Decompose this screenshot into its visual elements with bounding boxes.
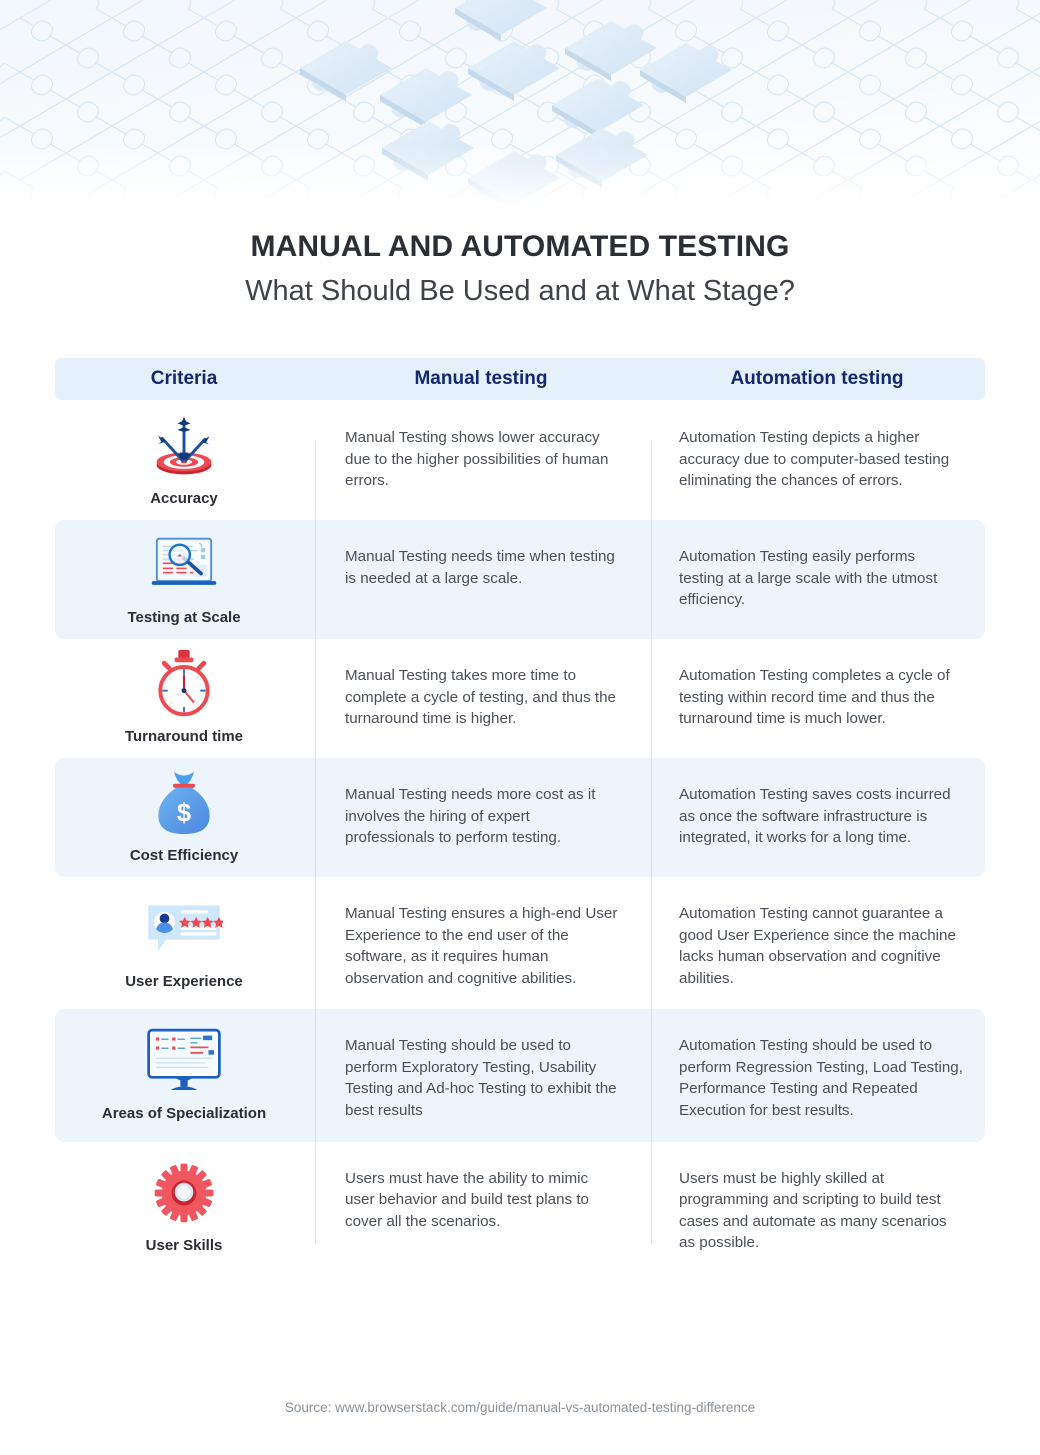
page-subtitle: What Should Be Used and at What Stage? bbox=[245, 275, 795, 308]
column-header-manual: Manual testing bbox=[414, 368, 548, 389]
automation-testing-cell: Users must be highly skilled at programm… bbox=[679, 1169, 947, 1252]
title-block: MANUAL AND AUTOMATED TESTING What Should… bbox=[0, 228, 1040, 310]
criteria-cell: Turnaround time bbox=[55, 639, 313, 758]
table-row: Accuracy Manual Testing shows lower accur… bbox=[55, 401, 985, 520]
money-bag-icon: $ bbox=[145, 768, 223, 838]
criteria-label: Areas of Specialization bbox=[101, 1104, 267, 1122]
criteria-cell: Areas of Specialization bbox=[55, 1009, 313, 1141]
criteria-cell: Accuracy bbox=[55, 401, 313, 520]
criteria-cell: User Experience bbox=[55, 877, 313, 1009]
criteria-cell: Testing at Scale bbox=[55, 520, 313, 639]
puzzle-header-decoration bbox=[0, 0, 1040, 212]
criteria-label: User Skills bbox=[145, 1237, 223, 1255]
column-header-criteria: Criteria bbox=[150, 368, 218, 389]
source-credit: Source: www.browserstack.com/guide/manua… bbox=[284, 1400, 756, 1415]
table-row: User Skills Users must have the ability t… bbox=[55, 1142, 985, 1274]
manual-testing-cell: Manual Testing shows lower accuracy due … bbox=[345, 429, 609, 490]
gear-icon bbox=[145, 1158, 223, 1228]
criteria-cell: User Skills bbox=[55, 1142, 313, 1274]
desktop-monitor-icon bbox=[145, 1026, 223, 1096]
table-header-row: Criteria Manual testing Automation testi… bbox=[55, 358, 985, 400]
target-arrows-icon bbox=[145, 411, 223, 481]
table-row: Testing at Scale Manual Testing needs tim… bbox=[55, 520, 985, 639]
criteria-label: User Experience bbox=[125, 972, 243, 990]
review-bubble-stars-icon bbox=[145, 894, 223, 964]
comparison-table: Criteria Manual testing Automation testi… bbox=[55, 358, 985, 1274]
column-divider-1 bbox=[315, 441, 316, 1244]
manual-testing-cell: Manual Testing needs more cost as it inv… bbox=[345, 786, 596, 847]
automation-testing-cell: Automation Testing easily performs testi… bbox=[679, 548, 938, 609]
criteria-label: Accuracy bbox=[150, 490, 218, 507]
infographic-page: MANUAL AND AUTOMATED TESTING What Should… bbox=[0, 0, 1040, 1455]
manual-testing-cell: Manual Testing should be used to perform… bbox=[345, 1037, 617, 1120]
table-row: $ Cost Efficiency Manual Testing needs mo… bbox=[55, 758, 985, 877]
manual-testing-cell: Manual Testing ensures a high-end User E… bbox=[345, 905, 618, 987]
header-fade bbox=[0, 144, 1040, 212]
criteria-cell: $ Cost Efficiency bbox=[55, 758, 313, 877]
criteria-label: Turnaround time bbox=[124, 728, 244, 745]
criteria-label: Testing at Scale bbox=[127, 609, 241, 626]
automation-testing-cell: Automation Testing saves costs incurred … bbox=[679, 786, 951, 847]
automation-testing-cell: Automation Testing should be used to per… bbox=[679, 1037, 963, 1120]
page-title: MANUAL AND AUTOMATED TESTING bbox=[250, 230, 790, 263]
automation-testing-cell: Automation Testing completes a cycle of … bbox=[679, 667, 950, 728]
table-body: Accuracy Manual Testing shows lower accur… bbox=[55, 401, 985, 1274]
table-row: Turnaround time Manual Testing takes more… bbox=[55, 639, 985, 758]
manual-testing-cell: Manual Testing needs time when testing i… bbox=[345, 548, 615, 587]
manual-testing-cell: Manual Testing takes more time to comple… bbox=[345, 667, 617, 728]
table-row: Areas of Specialization Manual Testing sh… bbox=[55, 1009, 985, 1142]
column-header-automation: Automation testing bbox=[730, 368, 904, 389]
stopwatch-icon bbox=[145, 649, 223, 719]
table-row: User Experience Manual Testing ensures a … bbox=[55, 877, 985, 1009]
automation-testing-cell: Automation Testing depicts a higher accu… bbox=[679, 429, 950, 490]
column-divider-2 bbox=[651, 441, 652, 1244]
automation-testing-cell: Automation Testing cannot guarantee a go… bbox=[679, 905, 956, 987]
manual-testing-cell: Users must have the ability to mimic use… bbox=[345, 1169, 590, 1230]
criteria-label: Cost Efficiency bbox=[129, 847, 239, 864]
laptop-magnifier-icon bbox=[145, 530, 223, 600]
svg-text:$: $ bbox=[177, 799, 191, 827]
